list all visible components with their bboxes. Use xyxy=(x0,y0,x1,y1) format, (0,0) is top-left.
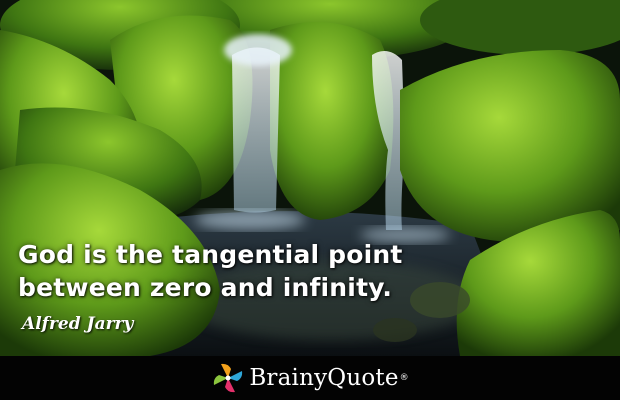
quote-line-2: between zero and infinity. xyxy=(18,273,393,302)
brainyquote-logo: BrainyQuote ® xyxy=(211,361,409,395)
registered-mark: ® xyxy=(399,373,409,383)
brand-name: BrainyQuote xyxy=(249,365,399,391)
quote-text: God is the tangential point between zero… xyxy=(18,238,403,304)
brainyquote-pinwheel-icon xyxy=(214,363,243,393)
quote-card: God is the tangential point between zero… xyxy=(0,0,620,400)
quote-author: Alfred Jarry xyxy=(22,314,134,334)
quote-line-1: God is the tangential point xyxy=(18,240,403,269)
brand-footer: BrainyQuote ® xyxy=(0,356,620,400)
